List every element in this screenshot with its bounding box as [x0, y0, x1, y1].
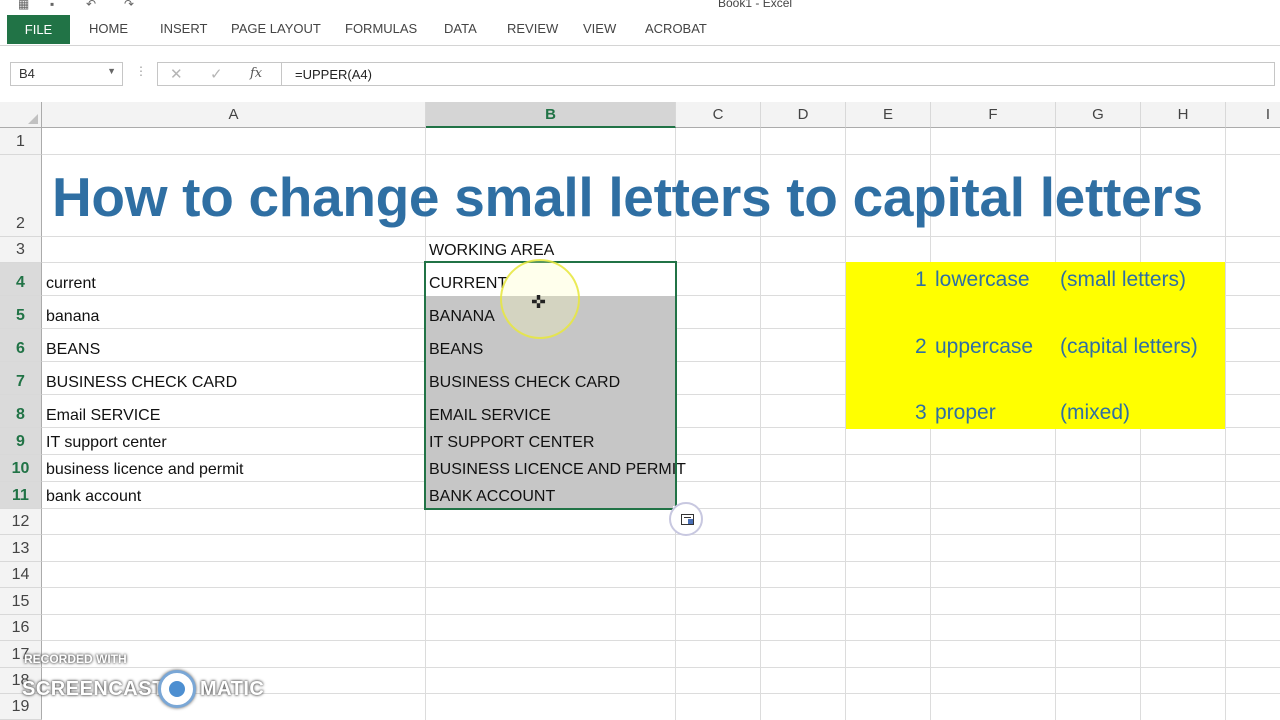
- row-header-13[interactable]: 13: [0, 535, 42, 562]
- cell-a5[interactable]: banana: [42, 296, 99, 329]
- row-header-16[interactable]: 16: [0, 615, 42, 641]
- row-header-3[interactable]: 3: [0, 237, 42, 263]
- quick-analysis-button[interactable]: [669, 502, 703, 536]
- row-header-14[interactable]: 14: [0, 562, 42, 588]
- name-box-value: B4: [19, 66, 35, 81]
- more-options-icon: ⋮: [135, 64, 147, 78]
- row-header-10[interactable]: 10: [0, 455, 42, 482]
- row-header-12[interactable]: 12: [0, 509, 42, 535]
- name-box[interactable]: B4 ▼: [10, 62, 123, 86]
- screencast-logo-icon: [158, 670, 196, 708]
- legend-desc-1: (small letters): [1060, 268, 1187, 291]
- undo-icon[interactable]: ↶: [86, 0, 96, 11]
- tab-page-layout[interactable]: PAGE LAYOUT: [231, 14, 321, 44]
- legend-desc-3: (mixed): [1060, 401, 1131, 424]
- cell-a6[interactable]: BEANS: [42, 329, 100, 362]
- tab-data[interactable]: DATA: [444, 14, 477, 44]
- column-header-e[interactable]: E: [846, 102, 931, 128]
- tab-view[interactable]: VIEW: [583, 14, 616, 44]
- cell-a7[interactable]: BUSINESS CHECK CARD: [42, 362, 237, 395]
- cell-a11[interactable]: bank account: [42, 482, 141, 509]
- title-bar: ▦ ▪ ↶ ↷ Book1 - Excel: [0, 0, 1280, 14]
- save-icon[interactable]: ▪: [50, 0, 54, 11]
- redo-icon[interactable]: ↷: [124, 0, 134, 11]
- row-header-2[interactable]: 2: [0, 155, 42, 237]
- formula-buttons: ✕ ✓ fx: [157, 62, 281, 86]
- row-header-8[interactable]: 8: [0, 395, 42, 428]
- watermark-line1: RECORDED WITH: [24, 652, 127, 666]
- ribbon-tabs: FILE HOME INSERT PAGE LAYOUT FORMULAS DA…: [0, 14, 1280, 46]
- cell-a10[interactable]: business licence and permit: [42, 455, 243, 482]
- tab-home[interactable]: HOME: [89, 14, 128, 44]
- row-header-9[interactable]: 9: [0, 428, 42, 455]
- tab-acrobat[interactable]: ACROBAT: [645, 14, 707, 44]
- formula-bar: B4 ▼ ⋮ ✕ ✓ fx =UPPER(A4): [0, 46, 1280, 104]
- column-header-a[interactable]: A: [42, 102, 426, 128]
- check-icon[interactable]: ✓: [210, 65, 223, 83]
- tab-review[interactable]: REVIEW: [507, 14, 558, 44]
- window-title: Book1 - Excel: [718, 0, 793, 10]
- worksheet-grid[interactable]: A B C D E F G H I 1 2 3 4 5 6 7 8 9 10 1…: [0, 102, 1280, 720]
- row-header-7[interactable]: 7: [0, 362, 42, 395]
- cell-a9[interactable]: IT support center: [42, 428, 167, 455]
- row-header-6[interactable]: 6: [0, 329, 42, 362]
- insert-function-icon[interactable]: fx: [250, 66, 262, 81]
- chevron-down-icon[interactable]: ▼: [107, 66, 116, 76]
- row-header-1[interactable]: 1: [0, 128, 42, 155]
- excel-logo-icon[interactable]: ▦: [18, 0, 29, 11]
- row-header-4[interactable]: 4: [0, 263, 42, 296]
- column-header-g[interactable]: G: [1056, 102, 1141, 128]
- tab-formulas[interactable]: FORMULAS: [345, 14, 417, 44]
- cancel-x-icon[interactable]: ✕: [170, 65, 183, 83]
- legend-num-2: 2: [915, 335, 927, 358]
- cell-a8[interactable]: Email SERVICE: [42, 395, 160, 428]
- watermark-screencast: SCREENCAST: [22, 678, 165, 700]
- column-header-c[interactable]: C: [676, 102, 761, 128]
- tab-file[interactable]: FILE: [7, 15, 70, 44]
- column-header-b[interactable]: B: [426, 102, 676, 128]
- column-header-i[interactable]: I: [1226, 102, 1280, 128]
- legend-name-3: proper: [935, 401, 996, 424]
- column-header-d[interactable]: D: [761, 102, 846, 128]
- select-all-button[interactable]: [0, 102, 42, 128]
- legend-desc-2: (capital letters): [1060, 335, 1198, 358]
- cell-a4[interactable]: current: [42, 263, 96, 296]
- legend-num-1: 1: [915, 268, 927, 291]
- tab-insert[interactable]: INSERT: [160, 14, 207, 44]
- legend-num-3: 3: [915, 401, 927, 424]
- legend-name-2: uppercase: [935, 335, 1034, 358]
- column-header-h[interactable]: H: [1141, 102, 1226, 128]
- row-header-5[interactable]: 5: [0, 296, 42, 329]
- quick-analysis-icon: [681, 514, 694, 525]
- column-header-f[interactable]: F: [931, 102, 1056, 128]
- row-header-15[interactable]: 15: [0, 588, 42, 615]
- watermark-matic: MATIC: [200, 678, 265, 700]
- legend-name-1: lowercase: [935, 268, 1030, 291]
- sheet-title: How to change small letters to capital l…: [52, 166, 1203, 228]
- cell-cursor-icon: ✜: [531, 292, 547, 312]
- formula-input[interactable]: =UPPER(A4): [281, 62, 1275, 86]
- row-header-11[interactable]: 11: [0, 482, 42, 509]
